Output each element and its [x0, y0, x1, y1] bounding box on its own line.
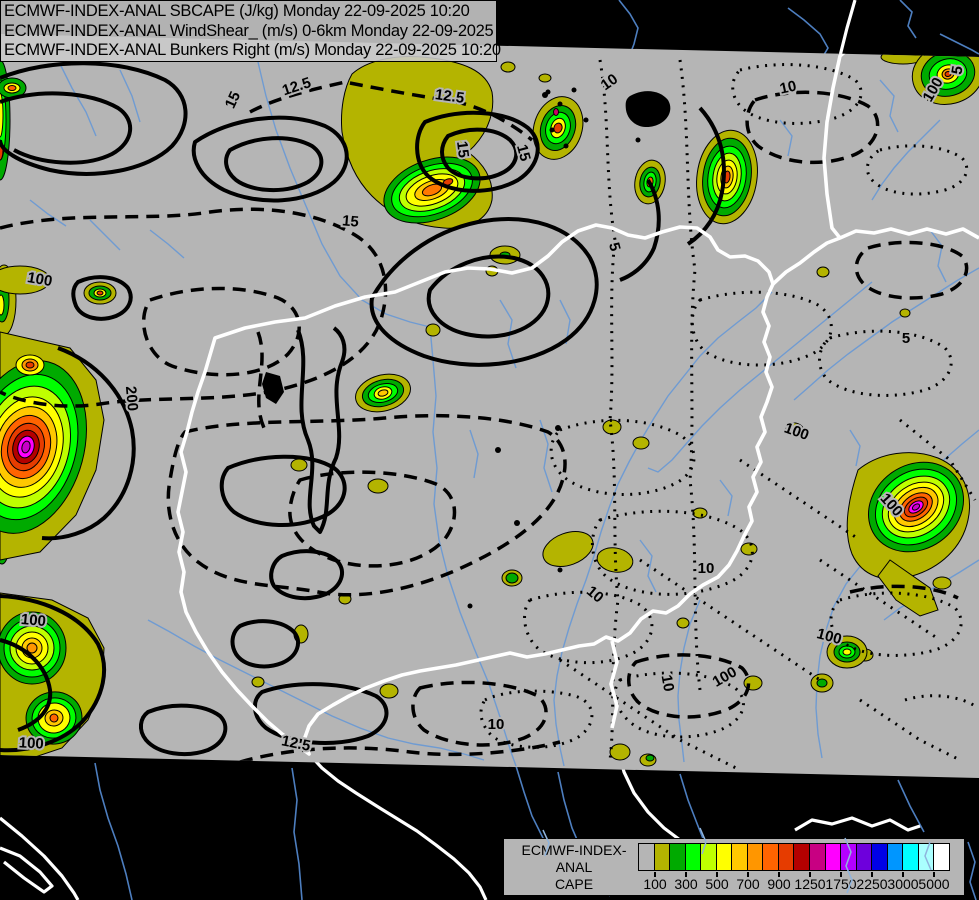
legend-swatch [887, 844, 904, 870]
legend-swatch [639, 844, 655, 870]
legend-swatch [670, 844, 686, 870]
contour-label: 100 [18, 734, 44, 752]
legend-swatch [732, 844, 748, 870]
legend-swatch [810, 844, 826, 870]
legend-tick-label: 5000 [918, 876, 950, 892]
legend-swatch [841, 844, 857, 870]
legend-tick-label: 1250 [794, 876, 826, 892]
legend-swatch [763, 844, 779, 870]
contour-label: 100 [20, 611, 46, 630]
legend-swatch [716, 844, 733, 870]
contour-label: 10 [488, 716, 505, 733]
title-line-bunkers: ECMWF-INDEX-ANAL Bunkers Right (m/s) Mon… [4, 41, 501, 59]
legend-tick-label: 100 [643, 876, 667, 892]
legend-swatch [778, 844, 795, 870]
legend-param-label: CAPE [554, 876, 594, 892]
title-box: ECMWF-INDEX-ANAL SBCAPE (J/kg) Monday 22… [0, 0, 538, 62]
contour-label: 10 [778, 78, 798, 98]
legend-tick-label: 300 [674, 876, 698, 892]
map-canvas: 1512.5 12.51515 1510 105100200100100 12.5101… [0, 0, 979, 900]
legend-tick-label: 2250 [856, 876, 888, 892]
contour-label: 10 [698, 560, 715, 577]
legend-tick-row: 100 300 500 700 900 1250 1750 2250 3000 5000 [640, 872, 950, 894]
legend-swatch [747, 844, 764, 870]
legend-swatch [825, 844, 842, 870]
legend-tick-label: 500 [705, 876, 729, 892]
legend-swatch [918, 844, 935, 870]
contour-label: 15 [453, 140, 472, 159]
legend-swatch [856, 844, 873, 870]
weather-map-figure: 15 12.5 12.5 15 15 15 10 10 5 100 200 100 100 12.5 10 1… [0, 0, 979, 900]
legend-colorbar [638, 843, 950, 871]
legend-swatch [903, 844, 919, 870]
data-domain [0, 34, 979, 778]
legend-swatch [872, 844, 888, 870]
legend-tick-label: 900 [767, 876, 791, 892]
cape-legend: ECMWF-INDEX-ANAL CAPE J/kg 100 300 500 700 9… [503, 838, 965, 900]
legend-tick-label: 3000 [887, 876, 919, 892]
legend-units-label: J/kg [510, 893, 638, 900]
legend-swatch [794, 844, 811, 870]
title-line-windshear: ECMWF-INDEX-ANAL WindShear_ (m/s) 0-6km … [4, 21, 538, 40]
legend-swatch [701, 844, 717, 870]
legend-tick-label: 700 [736, 876, 760, 892]
contour-label: 15 [341, 212, 359, 230]
legend-swatch [934, 844, 949, 870]
title-line-sbcape: ECMWF-INDEX-ANAL SBCAPE (J/kg) Monday 22… [4, 2, 470, 20]
legend-swatch [685, 844, 702, 870]
contour-label: 200 [122, 385, 141, 411]
legend-titles: ECMWF-INDEX-ANAL CAPE J/kg [510, 842, 638, 900]
legend-tick-label: 1750 [825, 876, 857, 892]
legend-model-label: ECMWF-INDEX-ANAL [521, 842, 627, 875]
contour-label: 5 [902, 330, 910, 347]
contour-label: 10 [658, 674, 678, 693]
legend-swatch [654, 844, 671, 870]
